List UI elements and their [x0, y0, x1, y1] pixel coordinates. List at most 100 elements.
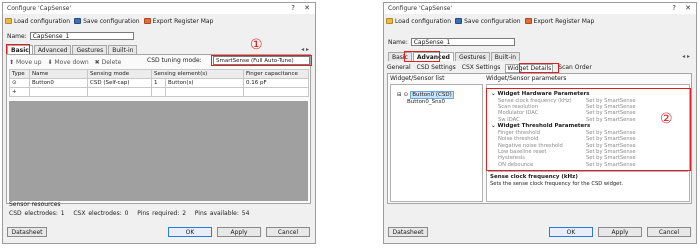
window-title: Configure 'CapSense': [388, 5, 453, 12]
move-down-button[interactable]: ⬇ Move down: [48, 59, 89, 66]
load-configuration-label: Load configuration: [395, 17, 452, 25]
close-button[interactable]: ✕: [685, 4, 691, 12]
basic-tab-panel: ⬆ Move up ⬇ Move down ✖ Delete CSD tunin…: [6, 54, 312, 204]
tab-scroll-arrows[interactable]: ◂ ▸: [682, 53, 690, 60]
tab-advanced[interactable]: Advanced: [33, 45, 72, 54]
delete-button[interactable]: ✖ Delete: [95, 59, 122, 66]
widget-sensor-tree: ⊟ ⊙ Button0 (CSD) Button0_Sns0: [390, 84, 483, 202]
tab-gestures[interactable]: Gestures: [72, 45, 108, 54]
cell-name[interactable]: Button0: [29, 78, 88, 88]
folder-icon: [5, 18, 12, 24]
save-icon: [455, 18, 463, 24]
pins-available: Pins available: 54: [194, 210, 250, 217]
cancel-button[interactable]: Cancel: [266, 227, 310, 237]
subtab-csd-settings[interactable]: CSD Settings: [416, 64, 457, 73]
export-register-map-label: Export Register Map: [152, 17, 214, 25]
add-widget-icon[interactable]: +: [9, 87, 30, 97]
col-sensing-elements: Sensing element(s): [150, 69, 245, 79]
tree-widget-node[interactable]: ⊟ ⊙ Button0 (CSD): [397, 91, 454, 99]
export-register-map-button[interactable]: Export Register Map: [524, 17, 595, 25]
delete-label: Delete: [101, 58, 122, 66]
name-row: Name: CapSense_1: [7, 32, 134, 40]
datasheet-button[interactable]: Datasheet: [388, 227, 428, 237]
empty-table-area: [9, 101, 308, 201]
tab-built-in[interactable]: Built-in: [490, 52, 521, 61]
datasheet-button[interactable]: Datasheet: [7, 227, 47, 237]
button-widget-icon: ⊙: [403, 92, 409, 98]
add-row[interactable]: +: [9, 87, 310, 97]
csd-electrodes: CSD electrodes: 1: [9, 210, 65, 217]
export-icon: [143, 18, 151, 24]
csx-electrodes: CSX electrodes: 0: [73, 210, 129, 217]
cell-sensing-mode[interactable]: CSD (Self-cap): [87, 78, 152, 88]
cell-element-count[interactable]: 1: [151, 78, 166, 88]
cancel-button[interactable]: Cancel: [647, 227, 691, 237]
table-header-row: Type Name Sensing mode Sensing element(s…: [9, 69, 310, 79]
annotation-marker-2: ②: [660, 111, 673, 127]
cell-element-type[interactable]: Button(s): [164, 78, 245, 88]
configure-dialog-basic: Configure 'CapSense' ? ✕ Load configurat…: [2, 2, 316, 244]
toolbar: Load configuration Save configuration Ex…: [386, 16, 594, 26]
close-button[interactable]: ✕: [304, 4, 310, 12]
annotation-marker-1: ①: [250, 37, 263, 53]
tab-gestures[interactable]: Gestures: [454, 52, 490, 61]
move-up-button[interactable]: ⬆ Move up: [9, 59, 42, 66]
ok-button[interactable]: OK: [168, 227, 212, 237]
save-configuration-label: Save configuration: [83, 17, 140, 25]
save-configuration-label: Save configuration: [464, 17, 521, 25]
title-bar: Configure 'CapSense' ? ✕: [3, 3, 315, 14]
description-body: Sets the sense clock frequency for the C…: [490, 181, 624, 187]
col-sensing-mode: Sensing mode: [87, 69, 152, 79]
subtab-general[interactable]: General: [386, 64, 412, 73]
export-register-map-label: Export Register Map: [533, 17, 595, 25]
table-row[interactable]: ⊙ Button0 CSD (Self-cap) 1 Button(s) 0.1…: [9, 78, 310, 88]
sensor-resources-label: Sensor resources: [9, 201, 61, 208]
widget-sensor-params-header: Widget/Sensor parameters: [486, 75, 567, 82]
load-configuration-label: Load configuration: [14, 17, 71, 25]
name-input[interactable]: CapSense_1: [29, 32, 134, 40]
save-configuration-button[interactable]: Save configuration: [455, 17, 521, 25]
ok-button[interactable]: OK: [549, 227, 593, 237]
tab-scroll-arrows[interactable]: ◂ ▸: [301, 46, 309, 53]
folder-icon: [386, 18, 393, 24]
csd-tuning-mode-label: CSD tuning mode:: [147, 57, 202, 64]
highlight-advanced-tab: [404, 51, 440, 62]
description-title: Sense clock frequency (kHz): [490, 174, 578, 180]
highlight-parameters: [486, 88, 691, 171]
apply-button[interactable]: Apply: [598, 227, 642, 237]
col-name: Name: [29, 69, 88, 79]
apply-button[interactable]: Apply: [217, 227, 261, 237]
widget-table: Type Name Sensing mode Sensing element(s…: [9, 69, 310, 97]
move-down-label: Move down: [54, 58, 89, 66]
export-register-map-button[interactable]: Export Register Map: [143, 17, 214, 25]
load-configuration-button[interactable]: Load configuration: [386, 18, 451, 25]
title-bar: Configure 'CapSense' ? ✕: [384, 3, 696, 14]
name-input[interactable]: CapSense_1: [410, 38, 515, 46]
button-type-icon: ⊙: [9, 78, 30, 88]
col-finger-capacitance: Finger capacitance: [243, 69, 310, 79]
configure-dialog-advanced: Configure 'CapSense' ? ✕ Load configurat…: [383, 2, 697, 244]
parameter-description: Sense clock frequency (kHz) Sets the sen…: [488, 171, 688, 202]
name-label: Name:: [7, 32, 27, 40]
cell-finger-capacitance[interactable]: 0.16 pF: [243, 78, 310, 88]
load-configuration-button[interactable]: Load configuration: [5, 18, 70, 25]
name-row: Name: CapSense_1: [388, 38, 515, 46]
help-button[interactable]: ?: [672, 4, 676, 12]
window-title: Configure 'CapSense': [7, 5, 72, 12]
pins-required: Pins required: 2: [137, 210, 187, 217]
advanced-subtabs: General CSD Settings CSX Settings Widget…: [386, 64, 593, 73]
col-type: Type: [9, 69, 30, 79]
name-label: Name:: [388, 38, 408, 46]
highlight-tuning-mode: [211, 55, 312, 66]
highlight-widget-details: [519, 63, 559, 73]
save-configuration-button[interactable]: Save configuration: [74, 17, 140, 25]
collapse-icon[interactable]: ⊟: [397, 92, 402, 98]
tab-built-in[interactable]: Built-in: [108, 45, 138, 54]
help-button[interactable]: ?: [291, 4, 295, 12]
subtab-scan-order[interactable]: Scan Order: [557, 64, 593, 73]
subtab-csx-settings[interactable]: CSX Settings: [461, 64, 502, 73]
move-up-label: Move up: [15, 58, 42, 66]
export-icon: [524, 18, 532, 24]
toolbar: Load configuration Save configuration Ex…: [5, 16, 213, 26]
tree-sensor-node[interactable]: Button0_Sns0: [407, 99, 445, 105]
